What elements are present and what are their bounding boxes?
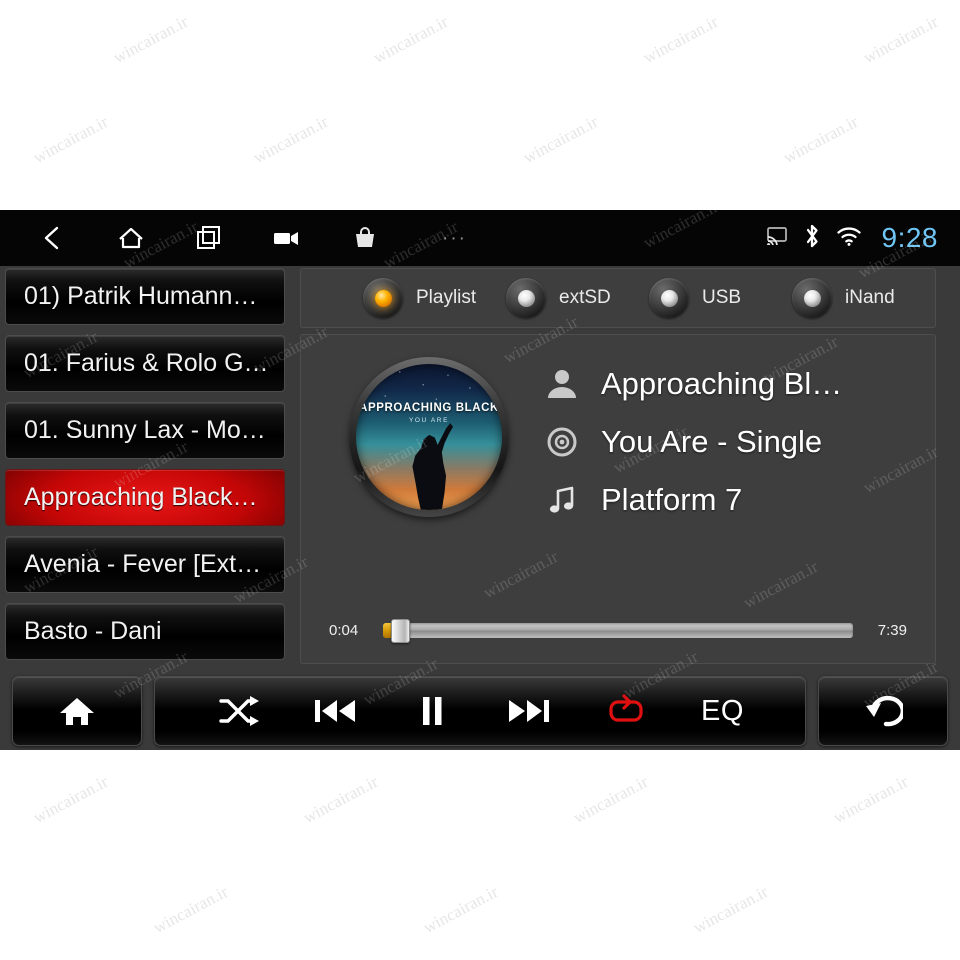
list-item[interactable]: 01. Sunny Lax - Mo… <box>5 402 285 459</box>
bluetooth-icon <box>802 223 822 254</box>
player-main-panel: Playlist extSD USB iNand APPROACHING BLA… <box>300 266 936 664</box>
home-icon[interactable] <box>44 683 110 739</box>
back-icon[interactable] <box>34 219 72 257</box>
person-icon <box>539 361 585 407</box>
total-time: 7:39 <box>877 621 907 639</box>
next-track-icon[interactable] <box>496 683 562 739</box>
album-art-title: APPROACHING BLACK <box>359 401 499 414</box>
back-arrow-icon[interactable] <box>850 683 916 739</box>
source-option-extsd[interactable]: extSD <box>506 278 621 318</box>
watermark: wincairan.ir <box>30 112 112 168</box>
watermark: wincairan.ir <box>520 112 602 168</box>
music-player-app: 01) Patrik Humann… 01. Farius & Rolo G… … <box>0 266 960 750</box>
wifi-icon <box>836 225 862 252</box>
list-item[interactable]: 01) Patrik Humann… <box>5 268 285 325</box>
home-button[interactable] <box>12 676 142 746</box>
track-name: Platform 7 <box>601 482 743 517</box>
source-label: extSD <box>559 287 611 308</box>
watermark: wincairan.ir <box>110 12 192 68</box>
disc-icon <box>539 419 585 465</box>
previous-track-icon[interactable] <box>302 683 368 739</box>
shopping-bag-icon[interactable] <box>346 219 384 257</box>
led-indicator-icon <box>506 278 546 318</box>
recents-icon[interactable] <box>190 219 228 257</box>
list-item-label: 01. Sunny Lax - Mo… <box>24 416 266 444</box>
track-row: Platform 7 <box>539 471 929 529</box>
status-icons: 9:28 <box>766 210 939 266</box>
source-label: Playlist <box>416 287 477 308</box>
source-option-inand[interactable]: iNand <box>792 278 907 318</box>
watermark: wincairan.ir <box>300 772 382 828</box>
artist-row: Approaching Bl… <box>539 355 929 413</box>
led-indicator-icon <box>649 278 689 318</box>
watermark: wincairan.ir <box>640 12 722 68</box>
list-item[interactable]: Avenia - Fever [Ext… <box>5 536 285 593</box>
led-indicator-icon <box>363 278 403 318</box>
back-button[interactable] <box>818 676 948 746</box>
led-indicator-icon <box>792 278 832 318</box>
track-metadata: Approaching Bl… You Are - Single Platfor… <box>539 355 929 529</box>
list-item-label: Basto - Dani <box>24 617 162 645</box>
more-options-icon[interactable]: ··· <box>424 229 467 248</box>
watermark: wincairan.ir <box>420 882 502 938</box>
source-option-usb[interactable]: USB <box>649 278 764 318</box>
source-label: iNand <box>845 287 895 308</box>
list-item-selected[interactable]: Approaching Black… <box>5 469 285 526</box>
repeat-icon[interactable] <box>593 683 659 739</box>
navigation-bar: ··· <box>0 210 467 266</box>
home-icon[interactable] <box>112 219 150 257</box>
list-item-label: Avenia - Fever [Ext… <box>24 550 262 578</box>
shuffle-icon[interactable] <box>205 683 271 739</box>
watermark: wincairan.ir <box>370 12 452 68</box>
progress-bar-row: 0:04 7:39 <box>301 619 935 643</box>
seek-slider[interactable] <box>383 619 853 643</box>
album-art: APPROACHING BLACK YOU ARE <box>349 357 509 517</box>
seek-track <box>383 623 853 638</box>
album-art-subtitle: YOU ARE <box>408 416 450 424</box>
list-item-label: Approaching Black… <box>24 483 258 511</box>
artist-name: Approaching Bl… <box>601 366 843 401</box>
music-note-icon <box>539 477 585 523</box>
watermark: wincairan.ir <box>830 772 912 828</box>
watermark: wincairan.ir <box>860 12 942 68</box>
car-head-unit-screen: ··· 9:28 01) Patrik Humann… 01. Farius &… <box>0 210 960 750</box>
watermark: wincairan.ir <box>570 772 652 828</box>
watermark: wincairan.ir <box>690 882 772 938</box>
album-name: You Are - Single <box>601 424 823 459</box>
now-playing-panel: APPROACHING BLACK YOU ARE Approaching Bl… <box>300 334 936 664</box>
album-row: You Are - Single <box>539 413 929 471</box>
pause-icon[interactable] <box>399 683 465 739</box>
source-label: USB <box>702 287 742 308</box>
watermark: wincairan.ir <box>150 882 232 938</box>
watermark: wincairan.ir <box>30 772 112 828</box>
playback-controls: EQ <box>154 676 806 746</box>
watermark: wincairan.ir <box>250 112 332 168</box>
android-status-bar: ··· 9:28 <box>0 210 960 266</box>
watermark: wincairan.ir <box>780 112 862 168</box>
screenshot-root: ··· 9:28 01) Patrik Humann… 01. Farius &… <box>0 0 960 960</box>
source-option-playlist[interactable]: Playlist <box>363 278 478 318</box>
list-item-label: 01. Farius & Rolo G… <box>24 349 269 377</box>
seek-thumb[interactable] <box>391 619 410 643</box>
list-item-label: 01) Patrik Humann… <box>24 282 258 310</box>
eq-button[interactable]: EQ <box>690 683 756 739</box>
list-item[interactable]: 01. Farius & Rolo G… <box>5 335 285 392</box>
status-clock: 9:28 <box>881 222 938 253</box>
eq-label: EQ <box>701 694 744 727</box>
source-selector: Playlist extSD USB iNand <box>300 268 936 328</box>
elapsed-time: 0:04 <box>329 621 359 639</box>
transport-control-bar: EQ <box>0 674 960 748</box>
list-item[interactable]: Basto - Dani <box>5 603 285 660</box>
playlist-sidebar[interactable]: 01) Patrik Humann… 01. Farius & Rolo G… … <box>0 266 290 676</box>
cast-icon <box>766 226 788 250</box>
video-camera-icon[interactable] <box>268 219 306 257</box>
